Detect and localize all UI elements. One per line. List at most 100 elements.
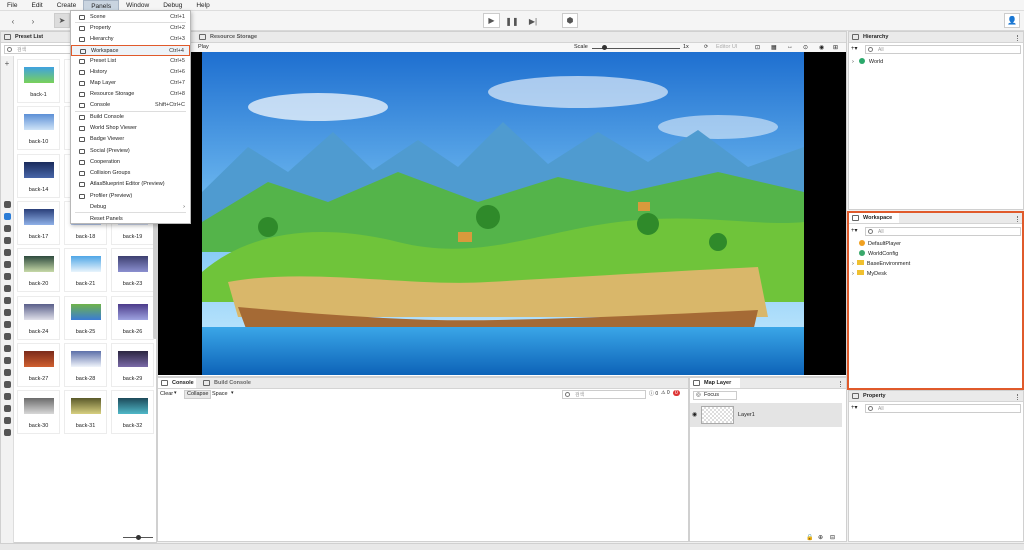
scale-slider-thumb[interactable] (602, 45, 607, 50)
align-icon[interactable]: ↔ (787, 44, 793, 50)
category-background-icon[interactable] (4, 213, 11, 220)
crop-icon[interactable]: ⊡ (755, 44, 760, 51)
tab-build-console[interactable]: Build Console (200, 378, 251, 388)
back-arrow-icon[interactable]: ‹ (6, 14, 20, 28)
console-collapse[interactable]: Collapse (184, 390, 212, 399)
preset-item[interactable]: back-10 (17, 106, 60, 151)
forward-arrow-icon[interactable]: › (26, 14, 40, 28)
add-icon[interactable]: + (1, 58, 13, 68)
preset-item[interactable]: back-14 (17, 153, 60, 198)
preset-item[interactable]: back-1 (17, 59, 60, 103)
preset-item[interactable]: back-29 (111, 342, 154, 387)
add-entity-icon[interactable]: +▾ (851, 45, 858, 52)
editor-ui-toggle[interactable]: Editor UI (716, 44, 737, 50)
view-icon[interactable]: ⊞ (833, 44, 838, 51)
user-icon[interactable]: 👤 (1004, 13, 1020, 28)
chevron-right-icon[interactable]: › (852, 59, 854, 65)
category-icon[interactable] (4, 297, 11, 304)
preset-item[interactable]: back-26 (111, 295, 154, 340)
console-space[interactable]: Space (212, 390, 228, 399)
menu-item-workspace[interactable]: Workspace Ctrl+4 (71, 44, 190, 56)
menu-item-map-layer[interactable]: Map Layer Ctrl+7 (71, 78, 190, 89)
menu-item-reset-panels[interactable]: Reset Panels (71, 214, 190, 225)
preset-list-tab[interactable]: Preset List (1, 32, 43, 42)
warning-count[interactable]: ⚠ 0 (661, 390, 670, 396)
menu-item-console[interactable]: Console Shift+Ctrl+C (71, 100, 190, 111)
console-search-input[interactable]: 검색 (562, 390, 646, 399)
focus-dropdown[interactable]: ◎ Focus (693, 391, 737, 400)
visibility-icon[interactable]: ◉ (692, 411, 697, 418)
tree-row-world[interactable]: › World (852, 57, 883, 67)
menu-item-resource-storage[interactable]: Resource Storage Ctrl+8 (71, 89, 190, 100)
category-icon[interactable] (4, 345, 11, 352)
add-component-icon[interactable]: +▾ (851, 404, 858, 411)
category-icon[interactable] (4, 285, 11, 292)
category-icon[interactable] (4, 225, 11, 232)
preset-item[interactable]: back-23 (111, 248, 154, 293)
menu-create[interactable]: Create (50, 0, 84, 11)
menu-item-world-shop-viewer[interactable]: World Shop Viewer (71, 123, 190, 134)
property-search-input[interactable]: All (865, 404, 1021, 413)
tab-map-layer[interactable]: Map Layer (690, 378, 740, 388)
category-icon[interactable] (4, 393, 11, 400)
refresh-icon[interactable]: ⟳ (704, 44, 708, 50)
preset-item[interactable]: back-20 (17, 248, 60, 293)
preset-item[interactable]: back-32 (111, 390, 154, 435)
category-icon[interactable] (4, 369, 11, 376)
preset-item[interactable]: back-17 (17, 200, 60, 245)
category-icon[interactable] (4, 405, 11, 412)
menu-panels[interactable]: Panels (83, 0, 120, 11)
tab-console[interactable]: Console (158, 378, 196, 388)
scene-viewport[interactable] (158, 52, 846, 375)
console-clear[interactable]: Clear (160, 390, 173, 399)
menu-item-atlasblueprint-editor-preview[interactable]: AtlasBlueprint Editor (Preview) (71, 179, 190, 190)
tab-property[interactable]: Property (849, 391, 886, 401)
preset-item[interactable]: back-24 (17, 295, 60, 340)
menu-item-hierarchy[interactable]: Hierarchy Ctrl+3 (71, 34, 190, 45)
menu-item-cooperation[interactable]: Cooperation (71, 157, 190, 168)
category-icon[interactable] (4, 333, 11, 340)
preset-item[interactable]: back-21 (64, 248, 107, 293)
more-icon[interactable] (1017, 35, 1020, 41)
category-icon[interactable] (4, 357, 11, 364)
category-icon[interactable] (4, 429, 11, 436)
menu-item-preset-list[interactable]: Preset List Ctrl+5 (71, 56, 190, 67)
category-icon[interactable] (4, 309, 11, 316)
chevron-down-icon[interactable]: ▾ (174, 390, 177, 396)
select-tool-icon[interactable]: ➤ (54, 13, 70, 28)
menu-item-collision-groups[interactable]: Collision Groups (71, 168, 190, 179)
menu-file[interactable]: File (0, 0, 24, 11)
category-icon[interactable] (4, 321, 11, 328)
menu-help[interactable]: Help (189, 0, 216, 11)
lock-icon[interactable]: 🔒 (806, 534, 813, 541)
category-icon[interactable] (4, 249, 11, 256)
publish-icon[interactable]: ⬢ (562, 13, 578, 28)
menu-item-badge-viewer[interactable]: Badge Viewer (71, 134, 190, 145)
delete-layer-icon[interactable]: ⊟ (830, 534, 835, 541)
more-icon[interactable] (1017, 394, 1020, 400)
preset-item[interactable]: back-31 (64, 390, 107, 435)
category-icon[interactable] (4, 237, 11, 244)
play-label[interactable]: Play (198, 44, 209, 50)
info-count[interactable]: ⓘ 0 (649, 390, 658, 397)
category-icon[interactable] (4, 381, 11, 388)
menu-item-social-preview[interactable]: Social (Preview) (71, 146, 190, 157)
category-icon[interactable] (4, 417, 11, 424)
error-count[interactable]: 0 (673, 390, 680, 396)
camera-icon[interactable]: ◉ (819, 44, 824, 51)
category-icon[interactable] (4, 261, 11, 268)
grid-icon[interactable]: ▦ (771, 44, 777, 51)
play-button[interactable]: ▶ (483, 13, 500, 28)
menu-item-build-console[interactable]: Build Console (71, 112, 190, 123)
menu-item-history[interactable]: History Ctrl+6 (71, 67, 190, 78)
category-icon[interactable] (4, 201, 11, 208)
more-icon[interactable] (840, 381, 843, 387)
menu-edit[interactable]: Edit (24, 0, 49, 11)
tab-hierarchy[interactable]: Hierarchy (849, 32, 888, 42)
preset-item[interactable]: back-27 (17, 342, 60, 387)
preset-item[interactable]: back-28 (64, 342, 107, 387)
menu-item-profiler-preview[interactable]: Profiler (Preview) (71, 191, 190, 202)
step-button[interactable]: ▶| (526, 14, 540, 28)
chevron-down-icon[interactable]: ▾ (231, 390, 234, 396)
tab-resource-storage[interactable]: Resource Storage (196, 32, 257, 42)
